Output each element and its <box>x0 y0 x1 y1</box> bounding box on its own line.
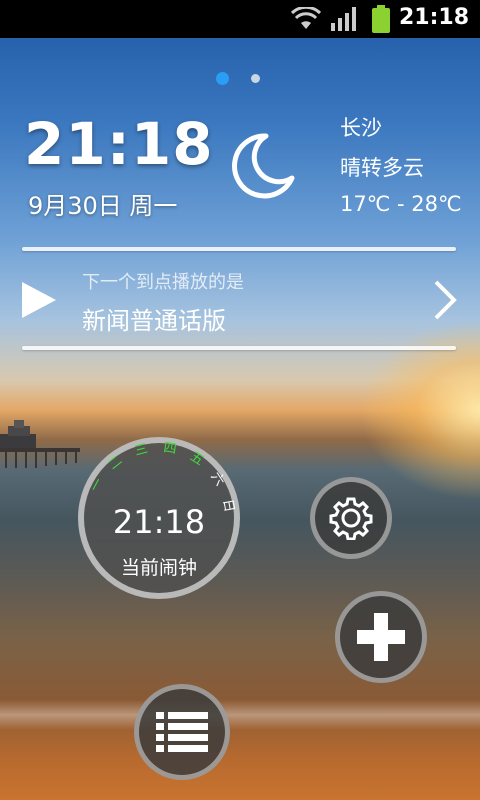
weather-city: 长沙 <box>340 116 382 140</box>
add-alarm-button[interactable] <box>335 591 427 683</box>
divider-bottom <box>22 346 456 350</box>
next-broadcast-subtitle: 下一个到点播放的是 <box>82 272 244 293</box>
wifi-icon <box>290 7 322 29</box>
plus-icon <box>357 613 405 661</box>
weekday-label: 五 <box>187 449 206 469</box>
settings-button[interactable] <box>310 477 392 559</box>
page-dot <box>251 74 260 83</box>
shoreline <box>0 700 480 730</box>
pier-image <box>0 420 80 468</box>
divider-top <box>22 247 456 251</box>
weather-temperature: 17℃ - 28℃ <box>340 192 462 216</box>
weekday-label: 日 <box>219 498 236 513</box>
weekday-label: 一 <box>88 476 107 495</box>
clock-date: 9月30日 周一 <box>28 192 178 220</box>
status-time: 21:18 <box>398 5 469 30</box>
weekday-label: 三 <box>133 441 149 459</box>
weekday-label: 六 <box>207 470 227 489</box>
weekday-label: 二 <box>106 453 126 473</box>
page-indicator <box>0 72 480 85</box>
next-broadcast-title[interactable]: 新闻普通话版 <box>82 301 226 336</box>
clock-time: 21:18 <box>24 110 214 178</box>
weekday-arc: 一二三 四五六日 <box>88 440 237 513</box>
list-icon <box>156 712 208 752</box>
menu-button[interactable] <box>134 684 230 780</box>
page-dot-active <box>216 72 229 85</box>
play-icon[interactable] <box>22 282 56 318</box>
signal-icon <box>331 7 356 31</box>
weekday-label: 四 <box>162 440 177 457</box>
moon-icon <box>232 133 295 199</box>
battery-icon <box>372 5 390 33</box>
gear-icon <box>329 497 373 540</box>
chevron-right-icon[interactable] <box>430 280 460 320</box>
status-bar: 21:18 <box>0 0 480 38</box>
weather-condition: 晴转多云 <box>340 156 424 180</box>
